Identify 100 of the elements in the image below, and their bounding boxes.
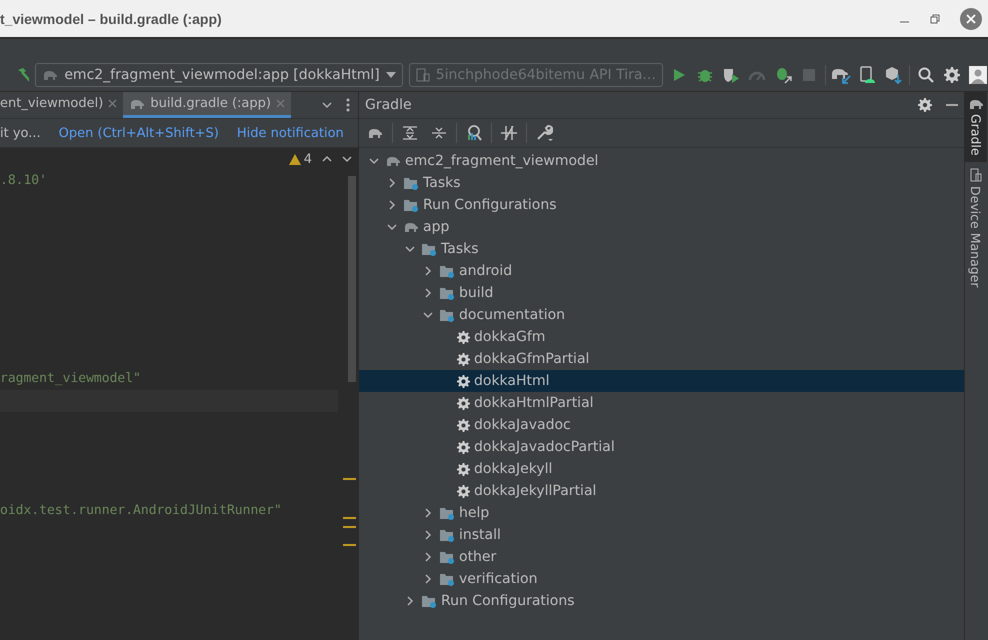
editor-tab[interactable]: build.gradle (:app) xyxy=(123,92,291,118)
wrench-icon[interactable] xyxy=(535,124,553,142)
tree-item[interactable]: Tasks xyxy=(359,172,964,194)
cube-download-icon[interactable] xyxy=(884,66,902,84)
elephant-icon xyxy=(403,221,419,233)
tree-item[interactable]: documentation xyxy=(359,304,964,326)
folder-gear-icon xyxy=(439,550,455,564)
notification-text: it yo... xyxy=(0,126,41,140)
chevron-down-icon[interactable] xyxy=(405,244,415,254)
tree-item[interactable]: app xyxy=(359,216,964,238)
scrollbar[interactable] xyxy=(348,176,356,382)
chevron-up-icon[interactable] xyxy=(322,155,332,163)
chevron-down-icon[interactable] xyxy=(369,156,379,166)
settings-icon[interactable] xyxy=(944,67,960,83)
tree-item[interactable]: dokkaJekyllPartial xyxy=(359,480,964,502)
run-config-dropdown[interactable]: emc2_fragment_viewmodel:app [dokkaHtml] xyxy=(35,63,403,87)
chevron-right-icon[interactable] xyxy=(423,266,433,276)
run-icon[interactable] xyxy=(672,68,686,82)
notification-link[interactable]: Open (Ctrl+Alt+Shift+S) xyxy=(58,126,219,140)
chevron-right-icon[interactable] xyxy=(423,574,433,584)
tree-item[interactable]: Tasks xyxy=(359,238,964,260)
notification-link[interactable]: Hide notification xyxy=(236,126,344,140)
tree-item[interactable]: build xyxy=(359,282,964,304)
tree-item[interactable]: other xyxy=(359,546,964,568)
chevron-right-icon[interactable] xyxy=(387,178,397,188)
folder-gear-icon xyxy=(421,594,437,608)
minimize-icon[interactable] xyxy=(946,103,958,107)
elephant-arrow-icon[interactable] xyxy=(831,66,852,84)
analyze-icon[interactable] xyxy=(466,125,482,141)
tree-item[interactable]: Run Configurations xyxy=(359,194,964,216)
tree-item[interactable]: dokkaJavadocPartial xyxy=(359,436,964,458)
folder-gear-icon xyxy=(403,176,419,190)
chevron-down-icon[interactable] xyxy=(387,222,397,232)
tree-item[interactable]: dokkaGfmPartial xyxy=(359,348,964,370)
code-line: oidx.test.runner.AndroidJUnitRunner" xyxy=(0,502,283,520)
folder-gear-icon xyxy=(439,264,455,278)
chevron-down-icon[interactable] xyxy=(322,101,332,109)
tree-item[interactable]: emc2_fragment_viewmodel xyxy=(359,150,964,172)
phone-icon xyxy=(970,168,982,182)
gear-icon xyxy=(457,374,470,388)
warning-marker[interactable] xyxy=(343,526,356,528)
gear-icon xyxy=(457,484,470,498)
close-button[interactable] xyxy=(960,8,982,30)
folder-gear-icon xyxy=(403,198,419,212)
chevron-right-icon[interactable] xyxy=(423,288,433,298)
tree-item[interactable]: dokkaJavadoc xyxy=(359,414,964,436)
phone-icon xyxy=(416,68,430,82)
chevron-right-icon[interactable] xyxy=(423,508,433,518)
elephant-icon xyxy=(129,98,146,110)
warning-count[interactable]: 4 xyxy=(288,152,312,166)
tree-item[interactable]: verification xyxy=(359,568,964,590)
chevron-down-icon[interactable] xyxy=(342,155,352,163)
folder-gear-icon xyxy=(439,286,455,300)
close-icon[interactable] xyxy=(108,99,118,108)
gear-icon xyxy=(457,352,470,366)
folder-gear-icon xyxy=(439,506,455,520)
side-tab[interactable]: Device Manager xyxy=(965,162,986,294)
gear-icon xyxy=(457,396,470,410)
window-title: t_viewmodel – build.gradle (:app) xyxy=(0,10,222,26)
tree-item[interactable]: dokkaGfm xyxy=(359,326,964,348)
collapse-all-icon[interactable] xyxy=(432,126,446,140)
gear-icon xyxy=(457,462,470,476)
side-tab[interactable]: Gradle xyxy=(965,92,987,162)
tree-item[interactable]: dokkaJekyll xyxy=(359,458,964,480)
caret-icon xyxy=(386,72,396,78)
more-icon[interactable] xyxy=(346,98,350,112)
warning-marker[interactable] xyxy=(343,544,356,546)
elephant-icon xyxy=(367,127,383,139)
editor-tab[interactable]: ent_viewmodel) xyxy=(0,92,124,118)
tree-item[interactable]: dokkaHtml xyxy=(359,370,964,392)
tree-item[interactable]: android xyxy=(359,260,964,282)
folder-gear-icon xyxy=(421,242,437,256)
warning-icon xyxy=(288,154,301,164)
panel-title: Gradle xyxy=(365,97,412,113)
code-line: ragment_viewmodel" xyxy=(0,370,142,388)
chevron-right-icon[interactable] xyxy=(405,596,415,606)
folder-gear-icon xyxy=(439,308,455,322)
restore-icon[interactable] xyxy=(930,14,940,24)
gear-icon xyxy=(457,330,470,344)
warning-marker[interactable] xyxy=(343,478,356,480)
chevron-right-icon[interactable] xyxy=(423,552,433,562)
gear-icon xyxy=(457,440,470,454)
code-line: .8.10' xyxy=(0,172,48,190)
settings-icon[interactable] xyxy=(918,98,932,112)
shield-run-icon[interactable] xyxy=(722,67,740,83)
toggle-offline-icon[interactable] xyxy=(501,126,517,140)
tree-item[interactable]: install xyxy=(359,524,964,546)
chevron-down-icon[interactable] xyxy=(423,310,433,320)
tree-item[interactable]: Run Configurations xyxy=(359,590,964,612)
chevron-right-icon[interactable] xyxy=(387,200,397,210)
folder-gear-icon xyxy=(439,572,455,586)
warning-marker[interactable] xyxy=(343,517,356,519)
tree-item[interactable]: help xyxy=(359,502,964,524)
phone-android-icon[interactable] xyxy=(858,66,876,84)
expand-all-icon[interactable] xyxy=(403,126,417,140)
search-icon[interactable] xyxy=(918,67,934,83)
tree-item[interactable]: dokkaHtmlPartial xyxy=(359,392,964,414)
bug-icon[interactable] xyxy=(696,67,713,83)
chevron-right-icon[interactable] xyxy=(423,530,433,540)
avatar-icon[interactable] xyxy=(969,66,988,84)
